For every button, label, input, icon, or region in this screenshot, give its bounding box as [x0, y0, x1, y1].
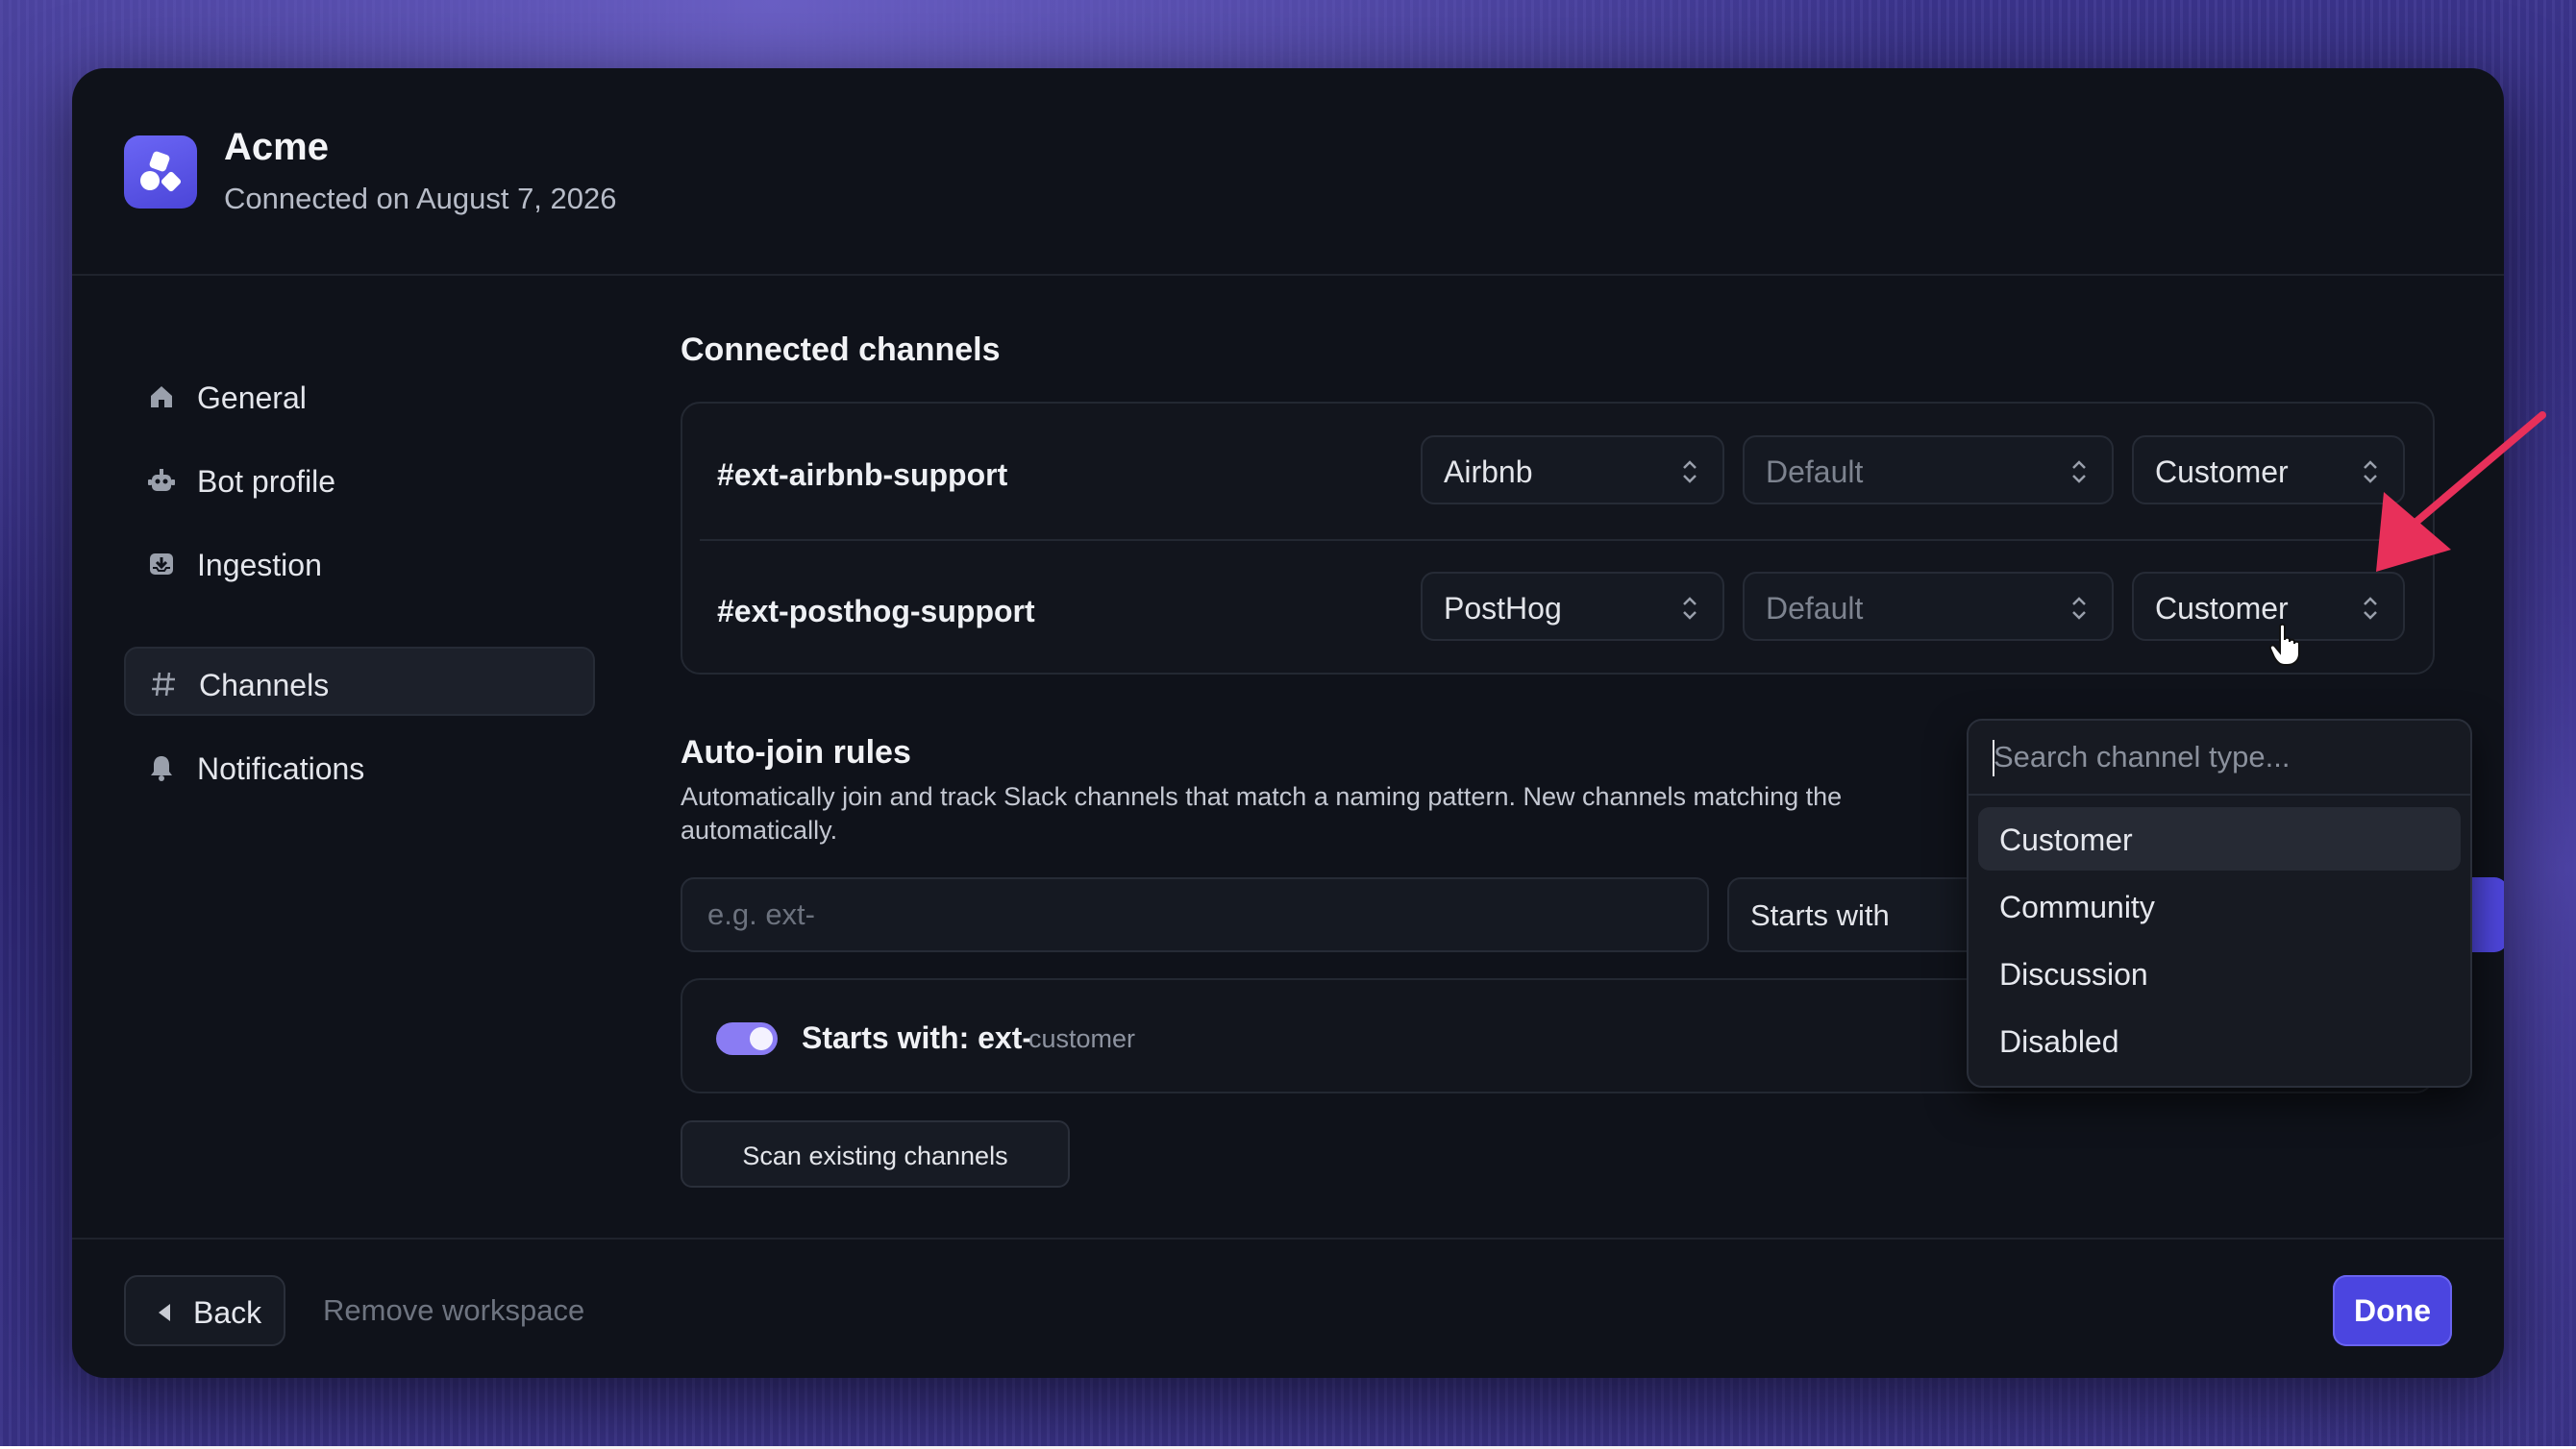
- done-button[interactable]: Done: [2333, 1275, 2452, 1346]
- chevron-up-down-icon: [1683, 597, 1697, 620]
- sidebar-item-label: Bot profile: [197, 464, 336, 499]
- dropdown-option-label: Disabled: [1999, 1024, 2119, 1059]
- sidebar-item-label: Notifications: [197, 751, 365, 786]
- toggle-knob: [750, 1027, 773, 1050]
- assignee-select[interactable]: Default: [1743, 572, 2114, 641]
- done-button-label: Done: [2354, 1293, 2431, 1328]
- channel-name: #ext-posthog-support: [717, 594, 1035, 628]
- assignee-select-value: Default: [1766, 454, 1864, 489]
- auto-join-description: Automatically join and track Slack chann…: [681, 780, 1949, 847]
- workspace-settings-modal: Acme Connected on August 7, 2026 General…: [72, 68, 2504, 1378]
- inbox-icon: [150, 553, 173, 575]
- auto-join-title: Auto-join rules: [681, 734, 911, 771]
- back-button-label: Back: [193, 1295, 262, 1330]
- dropdown-option-customer[interactable]: Customer: [1978, 807, 2461, 871]
- caret-left-icon: [159, 1304, 170, 1321]
- scan-existing-channels-button[interactable]: Scan existing channels: [681, 1120, 1070, 1188]
- row-divider: [700, 539, 2417, 541]
- bot-icon: [148, 469, 175, 491]
- sidebar-item-label: General: [197, 381, 307, 415]
- dropdown-option-community[interactable]: Community: [1978, 874, 2461, 938]
- annotation-arrow-icon: [2376, 411, 2546, 572]
- pattern-input[interactable]: [681, 877, 1709, 952]
- chevron-up-down-icon: [2364, 597, 2377, 620]
- chevron-up-down-icon: [2072, 460, 2086, 483]
- sidebar-item-label: Channels: [199, 668, 330, 702]
- dropdown-option-discussion[interactable]: Discussion: [1978, 942, 2461, 1005]
- dropdown-option-label: Discussion: [1999, 957, 2148, 992]
- workspace-logo-icon: [140, 151, 182, 192]
- workspace-connected-date: Connected on August 7, 2026: [224, 182, 617, 215]
- channel-name: #ext-airbnb-support: [717, 457, 1008, 492]
- sidebar-item-notifications[interactable]: Notifications: [124, 732, 595, 801]
- chevron-up-down-icon: [2072, 597, 2086, 620]
- home-icon: [151, 386, 172, 407]
- sidebar-item-channels[interactable]: Channels: [124, 647, 595, 716]
- dropdown-option-disabled[interactable]: Disabled: [1978, 1009, 2461, 1072]
- remove-workspace-button[interactable]: Remove workspace: [323, 1293, 584, 1328]
- dropdown-option-label: Community: [1999, 890, 2155, 924]
- channel-type-dropdown: Customer Community Discussion Disabled: [1967, 719, 2472, 1088]
- company-select-value: PostHog: [1444, 591, 1562, 626]
- dropdown-option-label: Customer: [1999, 823, 2133, 857]
- workspace-name: Acme: [224, 126, 329, 168]
- company-select[interactable]: PostHog: [1421, 572, 1724, 641]
- match-mode-value: Starts with: [1750, 898, 1890, 932]
- auto-join-description-line: Automatically join and track Slack chann…: [681, 782, 1843, 811]
- sidebar-item-bot-profile[interactable]: Bot profile: [124, 445, 595, 514]
- bell-icon: [151, 756, 172, 781]
- assignee-select-value: Default: [1766, 591, 1864, 626]
- hash-icon: [152, 672, 175, 697]
- sidebar-item-label: Ingestion: [197, 548, 322, 582]
- scan-button-label: Scan existing channels: [742, 1142, 1008, 1170]
- modal-footer: Back Remove workspace Done: [72, 1238, 2504, 1378]
- channel-type-select-value: Customer: [2155, 454, 2289, 489]
- rule-enabled-toggle[interactable]: [716, 1022, 778, 1055]
- company-select-value: Airbnb: [1444, 454, 1533, 489]
- sidebar-item-general[interactable]: General: [124, 361, 595, 430]
- connected-channels-title: Connected channels: [681, 332, 1001, 368]
- sidebar-item-ingestion[interactable]: Ingestion: [124, 528, 595, 598]
- back-button[interactable]: Back: [124, 1275, 285, 1346]
- assignee-select[interactable]: Default: [1743, 435, 2114, 504]
- rule-channel-type: customer: [1028, 1024, 1136, 1053]
- auto-join-description-line: automatically.: [681, 816, 838, 845]
- channel-type-search-input[interactable]: [1969, 721, 2470, 796]
- hand-pointer-icon: [2268, 623, 2300, 666]
- rule-label: Starts with: ext-: [802, 1020, 1033, 1055]
- workspace-logo: [124, 135, 197, 209]
- text-cursor: [1993, 740, 1994, 776]
- modal-header: Acme Connected on August 7, 2026: [72, 68, 2504, 276]
- company-select[interactable]: Airbnb: [1421, 435, 1724, 504]
- channel-type-select-value: Customer: [2155, 591, 2289, 626]
- connected-channels-list: #ext-airbnb-support Airbnb Default Custo…: [681, 402, 2435, 675]
- chevron-up-down-icon: [1683, 460, 1697, 483]
